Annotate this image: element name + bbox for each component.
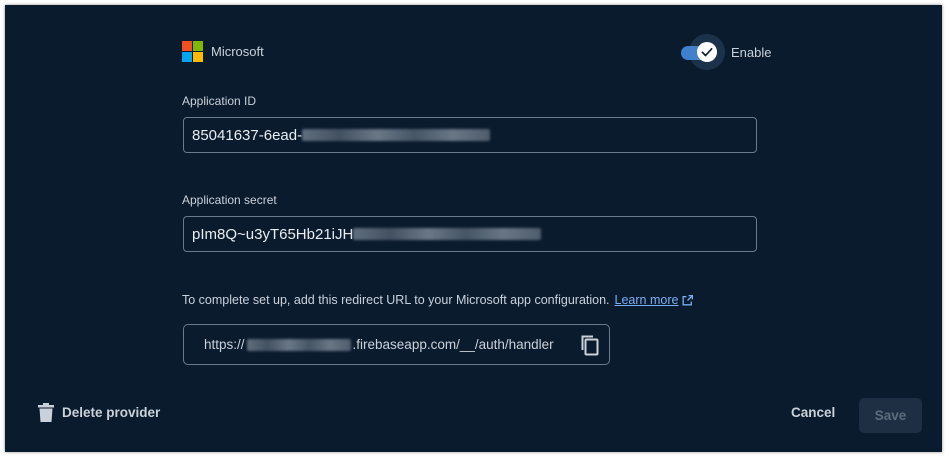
- enable-toggle[interactable]: Enable: [681, 34, 772, 70]
- application-id-field[interactable]: [183, 117, 757, 153]
- microsoft-logo-icon: [182, 41, 203, 62]
- learn-more-link[interactable]: Learn more: [615, 293, 695, 307]
- redacted-blur: [246, 338, 351, 351]
- redirect-instructions: To complete set up, add this redirect UR…: [182, 293, 694, 307]
- provider-name: Microsoft: [211, 44, 264, 59]
- copy-button[interactable]: [579, 333, 601, 357]
- enable-switch[interactable]: [681, 34, 725, 70]
- save-button[interactable]: Save: [859, 398, 922, 433]
- redirect-url-prefix: https://: [204, 337, 245, 352]
- provider-config-panel: Microsoft Enable Application ID 85041637…: [5, 5, 942, 452]
- application-id-label: Application ID: [182, 94, 257, 108]
- copy-icon: [581, 335, 599, 356]
- enable-label: Enable: [731, 44, 772, 60]
- cancel-button[interactable]: Cancel: [781, 405, 845, 420]
- application-secret-field[interactable]: [183, 216, 757, 252]
- switch-knob: [697, 42, 717, 62]
- application-id-container: 85041637-6ead-: [183, 117, 757, 153]
- open-in-new-icon: [682, 294, 694, 305]
- delete-provider-button[interactable]: Delete provider: [38, 403, 160, 422]
- application-secret-container: pIm8Q~u3yT65Hb21iJH: [183, 216, 757, 252]
- trash-icon: [38, 403, 54, 422]
- redirect-url-suffix: .firebaseapp.com/__/auth/handler: [352, 337, 554, 352]
- application-secret-label: Application secret: [182, 193, 277, 207]
- checkmark-icon: [701, 47, 713, 57]
- provider-header: Microsoft: [182, 41, 264, 62]
- redirect-url-box: https:// .firebaseapp.com/__/auth/handle…: [183, 324, 610, 365]
